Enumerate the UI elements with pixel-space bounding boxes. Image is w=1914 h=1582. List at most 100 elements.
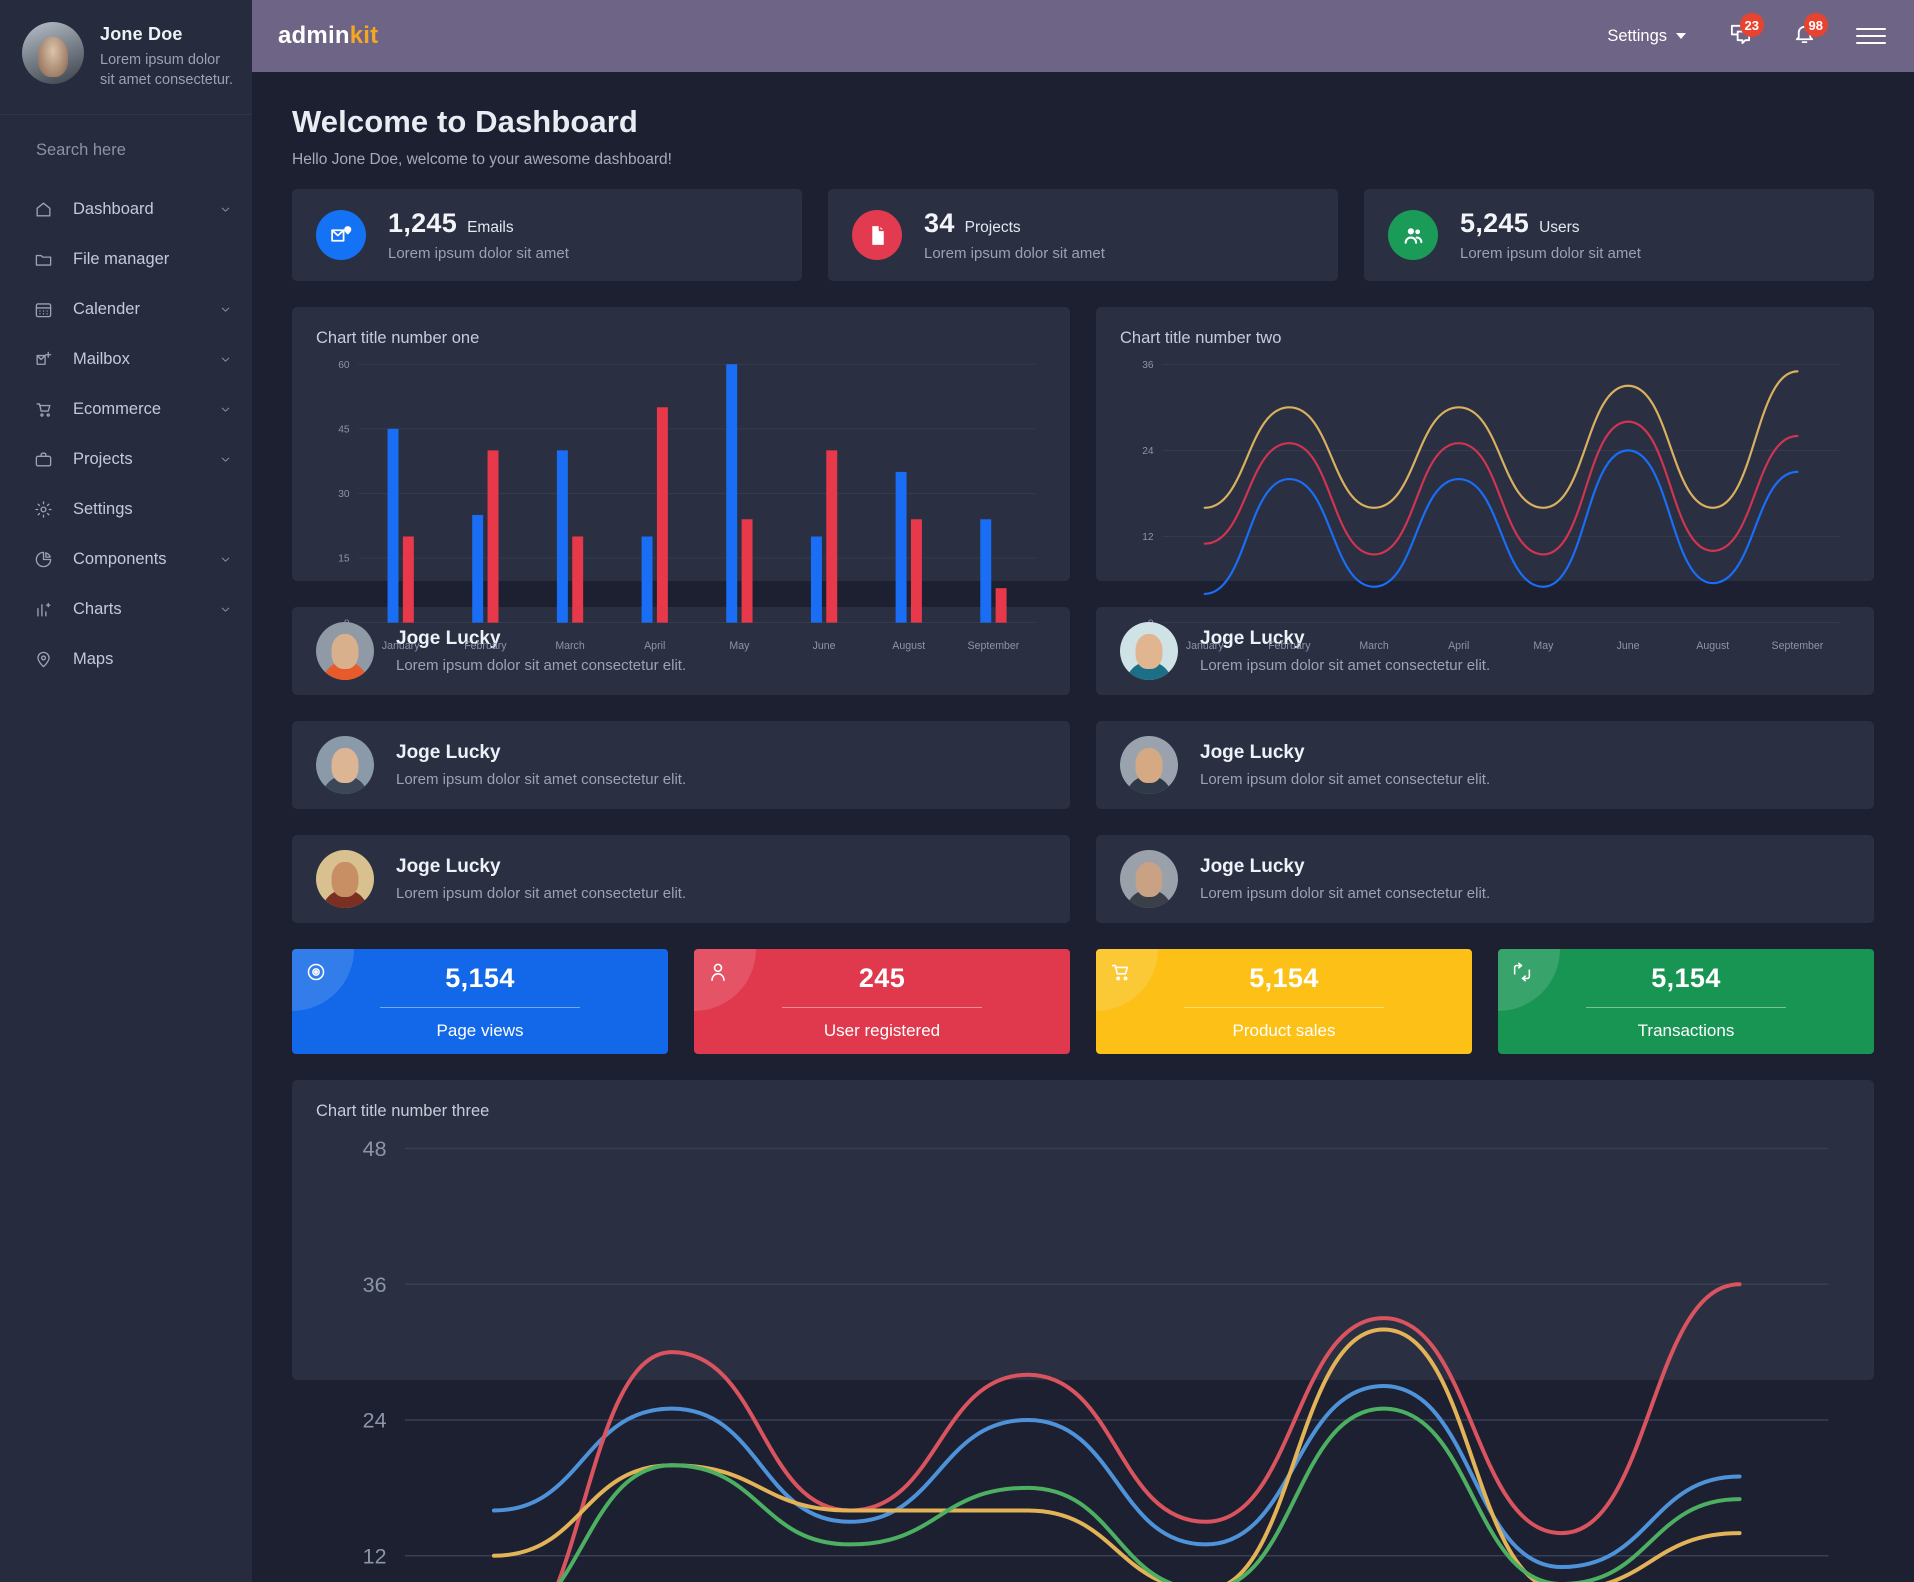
avatar [316,736,374,794]
avatar [316,622,374,680]
person-subtitle: Lorem ipsum dolor sit amet consectetur e… [1200,771,1491,788]
svg-text:February: February [1268,640,1311,652]
stat-card-projects: 34 Projects Lorem ipsum dolor sit amet [828,189,1338,281]
sidebar-item-label: Calender [73,299,140,318]
settings-label: Settings [1607,26,1667,45]
svg-text:45: 45 [338,424,350,435]
sidebar-nav: Dashboard File manager Calender Mailbox Ecom… [0,180,252,684]
tile-label: User registered [823,1020,941,1040]
stat-value: 1,245 [388,208,458,238]
sidebar-item-ecommerce[interactable]: Ecommerce [0,384,252,434]
person-card[interactable]: Joge Lucky Lorem ipsum dolor sit amet con… [292,835,1070,923]
metric-tile-transactions[interactable]: 5,154 Transactions [1498,949,1874,1054]
svg-text:60: 60 [338,360,350,371]
search-input[interactable] [36,141,230,160]
chevron-down-icon [219,303,232,316]
svg-text:30: 30 [338,489,350,500]
sidebar-item-settings[interactable]: Settings [0,484,252,534]
avatar [1120,850,1178,908]
chevron-down-icon [1676,33,1686,39]
mail-icon [32,348,54,370]
chevron-down-icon [219,403,232,416]
messages-button[interactable]: 23 [1720,13,1764,56]
sidebar-item-dashboard[interactable]: Dashboard [0,184,252,234]
sidebar-item-calender[interactable]: Calender [0,284,252,334]
sidebar-item-maps[interactable]: Maps [0,634,252,684]
chart-three-title: Chart title number three [316,1102,490,1120]
logo-main: admin [278,22,350,49]
tile-label: Page views [436,1020,524,1040]
svg-text:August: August [892,640,925,652]
page-title: Welcome to Dashboard [292,104,638,139]
person-name: Joge Lucky [396,856,501,877]
person-card[interactable]: Joge Lucky Lorem ipsum dolor sit amet con… [292,721,1070,809]
profile-name: Jone Doe [100,24,183,44]
chevron-down-icon [219,203,232,216]
avatar [316,850,374,908]
profile-subtitle: Lorem ipsum dolor sit amet consectetur. [100,52,233,88]
stat-card-users: 5,245 Users Lorem ipsum dolor sit amet [1364,189,1874,281]
person-name: Joge Lucky [1200,742,1305,763]
tile-value: 5,154 [445,962,515,993]
tile-value: 245 [858,962,906,993]
stat-card-emails: 1,245 Emails Lorem ipsum dolor sit amet [292,189,802,281]
people-row: Joge Lucky Lorem ipsum dolor sit amet con… [252,835,1914,923]
stat-label: Emails [467,219,514,236]
metric-tile-user-registered[interactable]: 245 User registered [694,949,1070,1054]
sidebar-item-components[interactable]: Components [0,534,252,584]
sidebar-profile: Jone Doe Lorem ipsum dolor sit amet cons… [0,0,252,115]
stat-value: 5,245 [1460,208,1530,238]
bar-chart-icon [32,598,54,620]
chart-title: Chart title number one [316,329,480,347]
svg-text:24: 24 [363,1409,387,1433]
tile-divider [1586,1006,1786,1008]
sidebar-item-label: File manager [73,249,170,268]
svg-text:September: September [1772,640,1824,652]
sidebar-item-file-manager[interactable]: File manager [0,234,252,284]
people-row: Joge Lucky Lorem ipsum dolor sit amet con… [252,721,1914,809]
sidebar-item-mailbox[interactable]: Mailbox [0,334,252,384]
tile-divider [380,1006,580,1008]
stat-label: Users [1539,219,1580,236]
svg-text:January: January [1186,640,1224,652]
svg-text:12: 12 [363,1544,387,1568]
svg-text:36: 36 [1142,360,1154,371]
chevron-down-icon [219,353,232,366]
stat-subtitle: Lorem ipsum dolor sit amet [388,245,569,262]
settings-dropdown[interactable]: Settings [1607,27,1686,46]
chevron-down-icon [219,603,232,616]
person-subtitle: Lorem ipsum dolor sit amet consectetur e… [396,771,687,788]
app-logo[interactable]: adminkit [278,22,378,50]
welcome-subtitle: Hello Jone Doe, welcome to your awesome … [292,151,672,168]
chevron-down-icon [219,453,232,466]
chart-plot: 015304560JanuaryFebruaryMarchAprilMayJun… [316,354,1046,661]
notifications-button[interactable]: 98 [1784,13,1828,56]
cart-icon [32,398,54,420]
sidebar-item-projects[interactable]: Projects [0,434,252,484]
avatar [22,22,84,84]
map-pin-icon [32,648,54,670]
welcome-banner: Welcome to Dashboard Hello Jone Doe, wel… [252,72,1914,189]
person-name: Joge Lucky [1200,856,1305,877]
messages-badge: 23 [1739,13,1764,37]
chart-title: Chart title number two [1120,329,1282,347]
metric-tile-product-sales[interactable]: 5,154 Product sales [1096,949,1472,1054]
sidebar-search[interactable] [0,115,252,180]
chart-card-two: Chart title number two0122436JanuaryFebr… [1096,307,1874,652]
topbar: adminkit Settings 23 98 [252,0,1914,72]
cart-icon [1109,961,1131,988]
chevron-down-icon [219,553,232,566]
calendar-icon [32,298,54,320]
person-card[interactable]: Joge Lucky Lorem ipsum dolor sit amet con… [1096,835,1874,923]
sidebar-item-label: Ecommerce [73,399,162,418]
metric-tile-page-views[interactable]: 5,154 Page views [292,949,668,1054]
hamburger-menu-icon[interactable] [1856,28,1886,44]
svg-text:August: August [1696,640,1729,652]
svg-text:48: 48 [363,1137,387,1161]
file-icon [852,210,902,260]
notifications-badge: 98 [1803,13,1828,37]
briefcase-icon [32,448,54,470]
sidebar-item-charts[interactable]: Charts [0,584,252,634]
tile-divider [782,1006,982,1008]
person-card[interactable]: Joge Lucky Lorem ipsum dolor sit amet con… [1096,721,1874,809]
